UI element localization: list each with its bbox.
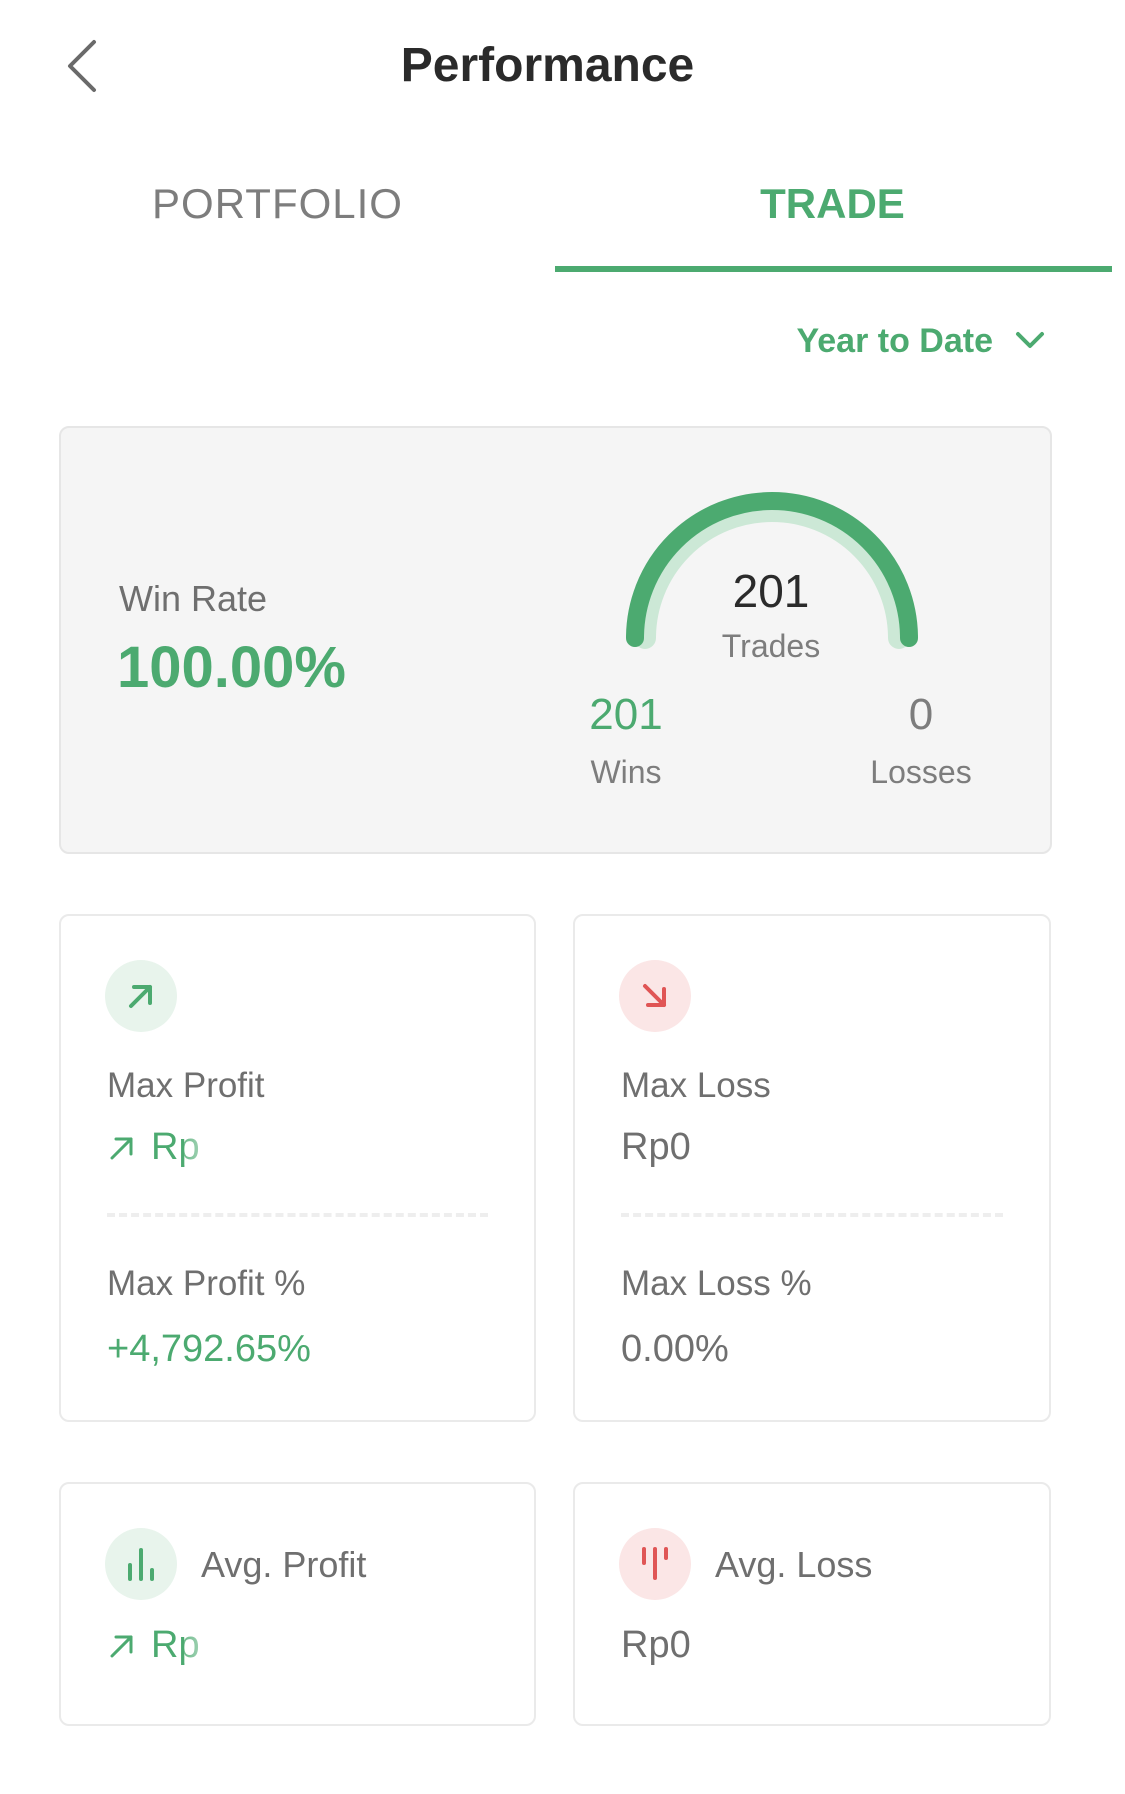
wins-label: Wins [590, 754, 662, 790]
max-profit-card: Max Profit Rp Max Profit % +4,792.65% [59, 914, 536, 1422]
arrow-up-right-icon [110, 1635, 133, 1657]
max-loss-percent-value: 0.00% [621, 1328, 729, 1370]
avg-profit-label: Avg. Profit [201, 1544, 367, 1585]
avg-loss-card: Avg. Loss Rp0 [573, 1482, 1051, 1726]
redacted-amount [183, 1628, 344, 1663]
losses-label: Losses [870, 754, 972, 790]
arrow-up-right-icon [110, 1137, 133, 1159]
max-loss-icon-badge [619, 960, 691, 1032]
avg-loss-label: Avg. Loss [715, 1544, 873, 1585]
arrow-down-right-icon [643, 984, 666, 1007]
max-profit-value-row: Rp [107, 1126, 344, 1169]
total-trades-count: 201 [732, 565, 810, 617]
wins-count: 201 [589, 690, 663, 739]
win-rate-card: Win Rate 100.00% 201 Trades 201 Wins 0 L… [59, 426, 1052, 854]
avg-profit-icon-badge [105, 1528, 177, 1600]
max-loss-card: Max Loss Rp0 Max Loss % 0.00% [573, 914, 1051, 1422]
max-profit-percent-value: +4,792.65% [107, 1328, 311, 1370]
win-rate-value: 100.00% [117, 635, 346, 700]
avg-loss-value: Rp0 [621, 1624, 691, 1666]
max-profit-label: Max Profit [107, 1066, 265, 1105]
tab-trade[interactable]: TRADE [555, 160, 1110, 275]
max-loss-value: Rp0 [621, 1126, 691, 1168]
bar-chart-up-icon [128, 1548, 154, 1581]
win-rate-label: Win Rate [119, 578, 268, 619]
period-dropdown[interactable]: Year to Date [796, 316, 1045, 366]
avg-profit-value-row: Rp [107, 1624, 344, 1667]
chevron-down-icon [1016, 332, 1044, 348]
page-title: Performance [400, 39, 695, 92]
active-tab-indicator [555, 266, 1112, 272]
redacted-amount [183, 1130, 344, 1165]
total-trades-label: Trades [721, 628, 821, 664]
avg-loss-icon-badge [619, 1528, 691, 1600]
divider [107, 1213, 488, 1217]
top-bar: Performance [0, 0, 1125, 140]
avg-profit-card: Avg. Profit Rp [59, 1482, 536, 1726]
tab-portfolio[interactable]: PORTFOLIO [0, 160, 555, 275]
arrow-up-right-icon [129, 985, 152, 1008]
max-loss-label: Max Loss [621, 1066, 771, 1105]
divider [621, 1213, 1003, 1217]
losses-count: 0 [908, 690, 934, 739]
bar-chart-down-icon [642, 1547, 668, 1580]
max-loss-percent-label: Max Loss % [621, 1264, 812, 1303]
max-profit-icon-badge [105, 960, 177, 1032]
tab-bar: PORTFOLIO TRADE [0, 160, 1125, 275]
max-profit-percent-label: Max Profit % [107, 1264, 306, 1303]
period-label: Year to Date [796, 321, 993, 360]
